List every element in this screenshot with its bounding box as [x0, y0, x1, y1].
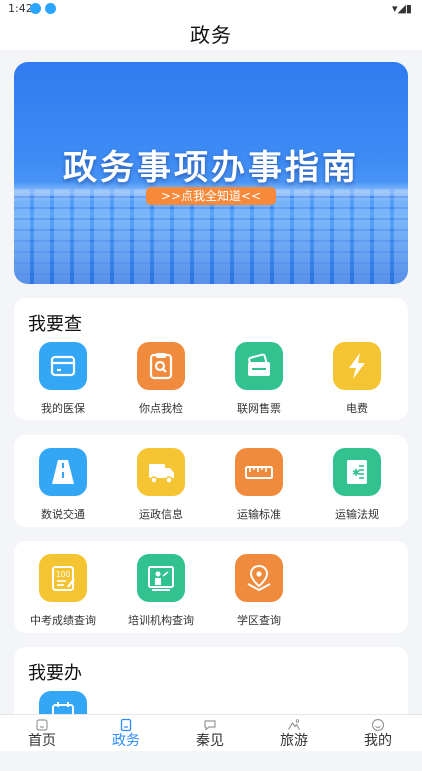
map-pin-icon — [235, 554, 283, 602]
tab-government[interactable]: 政务 — [84, 715, 168, 750]
lightning-icon — [333, 342, 381, 390]
tab-qinjian[interactable]: 秦见 — [168, 715, 252, 750]
service-row-2: 数说交通 运政信息 运输标准 ✱ 运输法规 — [14, 448, 408, 528]
tab-mine[interactable]: 我的 — [336, 715, 420, 750]
service-label: 培训机构查询 — [128, 614, 194, 627]
tab-home[interactable]: 首页 — [0, 715, 84, 750]
service-label: 我的医保 — [41, 402, 85, 415]
service-item-transport-standards[interactable]: 运输标准 — [210, 448, 308, 522]
clipboard-search-icon — [137, 342, 185, 390]
service-label: 联网售票 — [237, 402, 281, 415]
section-title-query: 我要查 — [28, 314, 82, 335]
signal-battery-icon: ▾◢▮ — [391, 2, 412, 15]
service-item-transport-regulations[interactable]: ✱ 运输法规 — [308, 448, 406, 522]
service-item-medical-insurance[interactable]: 我的医保 — [14, 342, 112, 416]
home-icon — [36, 719, 48, 731]
score-note-icon: 100 — [39, 554, 87, 602]
card-icon — [39, 342, 87, 390]
notification-icon — [45, 3, 56, 14]
document-icon — [120, 718, 132, 732]
service-item-traffic-data[interactable]: 数说交通 — [14, 448, 112, 522]
service-row-1: 我的医保 你点我检 联网售票 电费 — [14, 342, 408, 422]
ticket-icon — [235, 342, 283, 390]
service-label: 电费 — [346, 402, 368, 415]
service-label: 运政信息 — [139, 508, 183, 521]
tab-label: 首页 — [28, 733, 56, 749]
service-item-school-district[interactable]: 学区查询 — [210, 554, 308, 628]
section-title-do: 我要办 — [28, 663, 82, 684]
service-label: 运输标准 — [237, 508, 281, 521]
service-label: 数说交通 — [41, 508, 85, 521]
training-board-icon — [137, 554, 185, 602]
tab-travel[interactable]: 旅游 — [252, 715, 336, 750]
tab-label: 政务 — [112, 733, 140, 749]
mountain-icon — [287, 719, 301, 730]
law-book-icon: ✱ — [333, 448, 381, 496]
status-time: 1:42 — [8, 2, 33, 15]
svg-text:100: 100 — [56, 570, 71, 579]
chat-icon — [204, 720, 216, 731]
service-item-ticketing[interactable]: 联网售票 — [210, 342, 308, 416]
banner-button[interactable]: >>点我全知道<< — [146, 187, 276, 205]
service-label: 学区查询 — [237, 614, 281, 627]
education-section-card: 100 中考成绩查询 培训机构查询 学区查询 — [14, 541, 408, 633]
ruler-icon — [235, 448, 283, 496]
service-item-electricity[interactable]: 电费 — [308, 342, 406, 416]
notification-icon — [30, 3, 41, 14]
service-label: 运输法规 — [335, 508, 379, 521]
query-section-card: 我要查 我的医保 你点我检 联网售票 电费 — [14, 298, 408, 420]
tab-label: 我的 — [364, 733, 392, 749]
status-bar: 1:42 ▾◢▮ — [0, 0, 422, 18]
banner-title: 政务事项办事指南 — [63, 148, 359, 188]
service-item-training-institution[interactable]: 培训机构查询 — [112, 554, 210, 628]
tab-label: 秦见 — [196, 733, 224, 749]
service-item-inspection[interactable]: 你点我检 — [112, 342, 210, 416]
smile-icon — [371, 718, 385, 732]
service-row-3: 100 中考成绩查询 培训机构查询 学区查询 — [14, 554, 408, 634]
transport-section-card: 数说交通 运政信息 运输标准 ✱ 运输法规 — [14, 435, 408, 527]
service-item-exam-score[interactable]: 100 中考成绩查询 — [14, 554, 112, 628]
banner[interactable]: 政务事项办事指南 >>点我全知道<< — [14, 62, 408, 284]
truck-icon — [137, 448, 185, 496]
service-item-transport-info[interactable]: 运政信息 — [112, 448, 210, 522]
service-label: 中考成绩查询 — [30, 614, 96, 627]
service-label: 你点我检 — [139, 402, 183, 415]
tab-label: 旅游 — [280, 733, 308, 749]
page-title: 政务 — [190, 23, 232, 47]
road-icon — [39, 448, 87, 496]
page-header: 政务 — [0, 18, 422, 50]
bottom-tab-bar: 首页 政务 秦见 旅游 我的 — [0, 714, 422, 751]
